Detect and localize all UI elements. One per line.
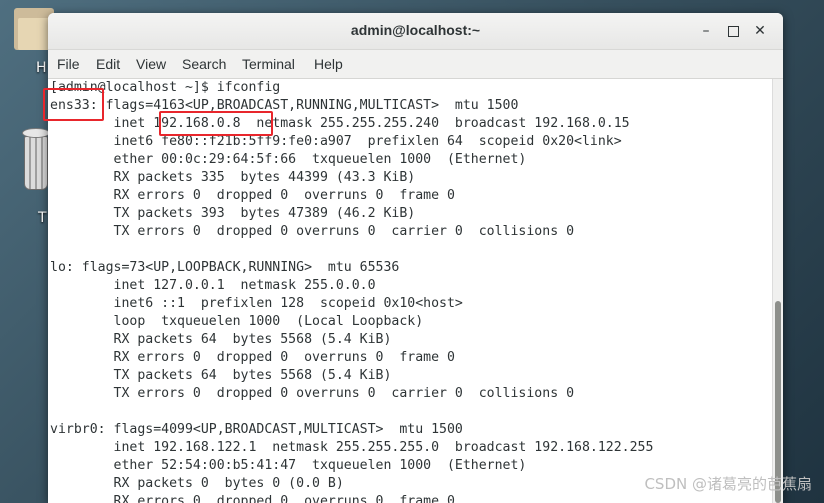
close-button[interactable]: ✕ bbox=[752, 23, 768, 39]
terminal-line: ens33: flags=4163<UP,BROADCAST,RUNNING,M… bbox=[50, 98, 519, 113]
home-folder-label: H bbox=[36, 60, 47, 76]
terminal-line: virbr0: flags=4099<UP,BROADCAST,MULTICAS… bbox=[50, 422, 463, 437]
terminal-line: RX packets 0 bytes 0 (0.0 B) bbox=[50, 476, 344, 491]
menu-file[interactable]: File bbox=[57, 56, 80, 72]
terminal-line: RX packets 335 bytes 44399 (43.3 KiB) bbox=[50, 170, 416, 185]
terminal-line: TX errors 0 dropped 0 overruns 0 carrier… bbox=[50, 224, 575, 239]
terminal-line: RX errors 0 dropped 0 overruns 0 frame 0 bbox=[50, 494, 455, 503]
terminal-line: loop txqueuelen 1000 (Local Loopback) bbox=[50, 314, 424, 329]
highlight-box-interface-name bbox=[43, 88, 104, 121]
menu-edit[interactable]: Edit bbox=[96, 56, 120, 72]
terminal-scrollbar[interactable] bbox=[772, 79, 783, 503]
terminal-output[interactable]: [admin@localhost ~]$ ifconfig ens33: fla… bbox=[48, 79, 772, 503]
title-bar[interactable]: admin@localhost:~ – ✕ bbox=[48, 13, 783, 50]
terminal-line: TX packets 393 bytes 47389 (46.2 KiB) bbox=[50, 206, 416, 221]
terminal-window: admin@localhost:~ – ✕ File Edit View Sea… bbox=[48, 13, 783, 503]
menu-search[interactable]: Search bbox=[182, 56, 226, 72]
minimize-button[interactable]: – bbox=[698, 23, 714, 39]
terminal-line: ether 52:54:00:b5:41:47 txqueuelen 1000 … bbox=[50, 458, 527, 473]
terminal-line: ether 00:0c:29:64:5f:66 txqueuelen 1000 … bbox=[50, 152, 527, 167]
maximize-icon bbox=[727, 26, 739, 37]
terminal-line: RX packets 64 bytes 5568 (5.4 KiB) bbox=[50, 332, 392, 347]
trash-icon[interactable] bbox=[22, 128, 50, 192]
menu-view[interactable]: View bbox=[136, 56, 166, 72]
highlight-box-ip-address bbox=[159, 111, 273, 136]
terminal-line: TX errors 0 dropped 0 overruns 0 carrier… bbox=[50, 386, 575, 401]
terminal-line: inet 127.0.0.1 netmask 255.0.0.0 bbox=[50, 278, 376, 293]
window-title: admin@localhost:~ bbox=[350, 22, 481, 38]
terminal-line: inet 192.168.122.1 netmask 255.255.255.0… bbox=[50, 440, 654, 455]
menu-help[interactable]: Help bbox=[314, 56, 343, 72]
terminal-line: RX errors 0 dropped 0 overruns 0 frame 0 bbox=[50, 188, 455, 203]
menu-terminal[interactable]: Terminal bbox=[242, 56, 295, 72]
trash-label: T bbox=[38, 210, 47, 226]
maximize-button[interactable] bbox=[725, 23, 741, 39]
terminal-line: RX errors 0 dropped 0 overruns 0 frame 0 bbox=[50, 350, 455, 365]
terminal-line: TX packets 64 bytes 5568 (5.4 KiB) bbox=[50, 368, 392, 383]
terminal-line: inet6 fe80::f21b:5ff9:fe0:a907 prefixlen… bbox=[50, 134, 622, 149]
terminal-line: inet6 ::1 prefixlen 128 scopeid 0x10<hos… bbox=[50, 296, 463, 311]
terminal-line: inet 192.168.0.8 netmask 255.255.255.240… bbox=[50, 116, 630, 131]
menu-bar: File Edit View Search Terminal Help bbox=[48, 50, 783, 79]
terminal-line: lo: flags=73<UP,LOOPBACK,RUNNING> mtu 65… bbox=[50, 260, 400, 275]
watermark: CSDN @诸葛亮的芭蕉扇 bbox=[644, 475, 812, 493]
